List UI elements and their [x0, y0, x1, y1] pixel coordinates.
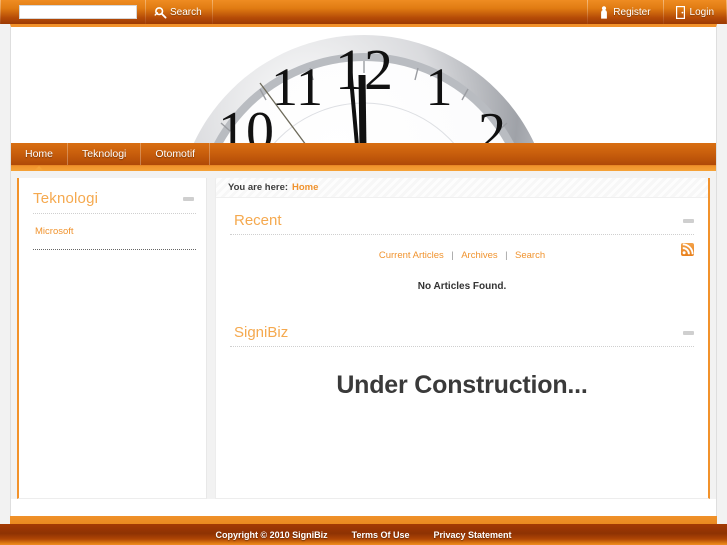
topbar-left-group: Search [0, 0, 213, 24]
nav-item-home[interactable]: Home [11, 143, 69, 165]
recent-module: Recent Current Articles | Archives | Sea… [216, 198, 708, 310]
under-construction-message: Under Construction... [336, 371, 588, 399]
search-button[interactable]: Search [146, 0, 212, 24]
magnifier-icon [154, 6, 167, 19]
link-search[interactable]: Search [515, 250, 545, 261]
svg-text:10: 10 [218, 101, 274, 143]
person-icon [600, 5, 608, 19]
search-button-label: Search [170, 6, 202, 18]
sidebar-panel: Teknologi Microsoft [17, 178, 207, 499]
minimize-icon[interactable] [683, 330, 694, 335]
breadcrumb-link-home[interactable]: Home [292, 182, 318, 193]
login-button[interactable]: Login [664, 0, 726, 24]
link-separator: | [451, 250, 454, 261]
sidebar-module-header: Teknologi [19, 178, 206, 213]
utility-top-bar: Search Register Login [0, 0, 727, 24]
page-root: Search Register Login 12 11 1 10 2 Home … [0, 0, 727, 545]
breadcrumb-label: You are here: [228, 182, 289, 193]
no-articles-message: No Articles Found. [417, 281, 507, 292]
register-button[interactable]: Register [588, 0, 662, 24]
link-current-articles[interactable]: Current Articles [379, 250, 444, 261]
recent-module-title: Recent [234, 212, 282, 229]
search-input[interactable] [19, 5, 137, 19]
recent-module-header: Recent [230, 198, 694, 234]
nav-item-teknologi[interactable]: Teknologi [68, 143, 142, 165]
account-links-group: Register Login [587, 0, 727, 24]
signibiz-module-header: SigniBiz [230, 310, 694, 346]
main-navigation: Home Teknologi Otomotif [11, 143, 716, 171]
content-columns: Teknologi Microsoft You are here: Home R… [11, 171, 716, 499]
site-footer: Copyright © 2010 SigniBiz Terms Of Use P… [0, 524, 727, 545]
breadcrumb: You are here: Home [216, 178, 708, 198]
rss-icon[interactable] [681, 243, 694, 256]
link-archives[interactable]: Archives [461, 250, 497, 261]
minimize-icon[interactable] [183, 196, 194, 201]
search-field-wrapper [1, 0, 145, 24]
divider [211, 0, 213, 24]
site-frame: 12 11 1 10 2 Home Teknologi Otomotif Tek… [10, 24, 717, 524]
privacy-statement-link[interactable]: Privacy Statement [433, 530, 511, 540]
copyright-text: Copyright © 2010 SigniBiz [215, 529, 328, 540]
link-separator: | [505, 250, 508, 261]
nav-item-otomotif[interactable]: Otomotif [141, 143, 211, 165]
signibiz-module-title: SigniBiz [234, 324, 289, 341]
divider [33, 249, 196, 250]
recent-links-row: Current Articles | Archives | Search [230, 235, 694, 267]
banner-clock-image: 12 11 1 10 2 [11, 27, 716, 143]
minimize-icon[interactable] [683, 218, 694, 223]
sidebar-link-microsoft[interactable]: Microsoft [19, 214, 206, 249]
door-icon [675, 5, 685, 19]
sidebar-module-title: Teknologi [33, 190, 99, 207]
main-content-panel: You are here: Home Recent Current Articl… [215, 178, 710, 499]
signibiz-module: SigniBiz Under Construction... [216, 310, 708, 420]
terms-of-use-link[interactable]: Terms Of Use [352, 530, 410, 540]
svg-text:2: 2 [478, 102, 506, 143]
register-label: Register [613, 6, 651, 18]
footer-accent-strip [10, 516, 717, 524]
login-label: Login [689, 6, 714, 18]
svg-text:1: 1 [425, 57, 452, 117]
